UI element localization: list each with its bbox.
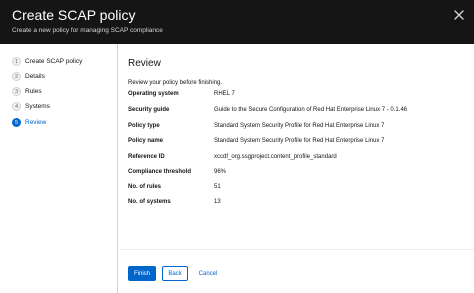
finish-button[interactable]: Finish xyxy=(128,266,156,281)
wizard-nav: 1 Create SCAP policy 2 Details 3 Rules 4… xyxy=(0,44,118,293)
review-key: Operating system xyxy=(128,91,179,97)
review-key: Compliance threshold xyxy=(128,169,192,175)
step-label: Systems xyxy=(25,103,50,110)
back-button[interactable]: Back xyxy=(162,266,188,281)
review-value: Guide to the Secure Configuration of Red… xyxy=(214,107,408,113)
nav-step-rules[interactable]: 3 Rules xyxy=(12,86,42,97)
review-key: Security guide xyxy=(128,107,170,113)
step-number: 4 xyxy=(12,102,21,111)
nav-step-create-scap-policy[interactable]: 1 Create SCAP policy xyxy=(12,56,82,67)
review-value: RHEL 7 xyxy=(214,91,235,97)
review-key: No. of systems xyxy=(128,199,171,205)
nav-step-systems[interactable]: 4 Systems xyxy=(12,101,50,112)
close-icon[interactable] xyxy=(453,9,465,21)
step-label: Review xyxy=(25,119,47,126)
review-intro: Review your policy before finishing. xyxy=(128,80,223,86)
review-panel: Review Review your policy before finishi… xyxy=(119,44,474,249)
review-value: Standard System Security Profile for Red… xyxy=(214,138,385,144)
review-value: 96% xyxy=(214,169,227,175)
review-key: Reference ID xyxy=(128,154,165,160)
wizard-title: Create SCAP policy xyxy=(12,7,136,23)
review-key: Policy name xyxy=(128,138,164,144)
review-value: xccdf_org.ssgproject.content_profile_sta… xyxy=(214,154,337,160)
step-number: 1 xyxy=(12,57,21,66)
review-value: 13 xyxy=(214,199,221,205)
nav-step-review[interactable]: 5 Review xyxy=(12,117,46,128)
step-number: 3 xyxy=(12,87,21,96)
step-label: Details xyxy=(25,73,45,80)
wizard-subtitle: Create a new policy for managing SCAP co… xyxy=(12,27,163,34)
nav-step-details[interactable]: 2 Details xyxy=(12,71,45,82)
wizard-header: Create SCAP policy Create a new policy f… xyxy=(0,0,474,44)
step-number: 5 xyxy=(12,118,21,127)
step-number: 2 xyxy=(12,72,21,81)
review-value: Standard System Security Profile for Red… xyxy=(214,123,385,129)
review-title: Review xyxy=(128,58,161,69)
cancel-button[interactable]: Cancel xyxy=(195,266,221,281)
review-key: Policy type xyxy=(128,123,160,129)
review-value: 51 xyxy=(214,184,221,190)
wizard-footer: Finish Back Cancel xyxy=(119,249,474,293)
step-label: Rules xyxy=(25,88,42,95)
review-key: No. of rules xyxy=(128,184,162,190)
step-label: Create SCAP policy xyxy=(25,58,83,65)
